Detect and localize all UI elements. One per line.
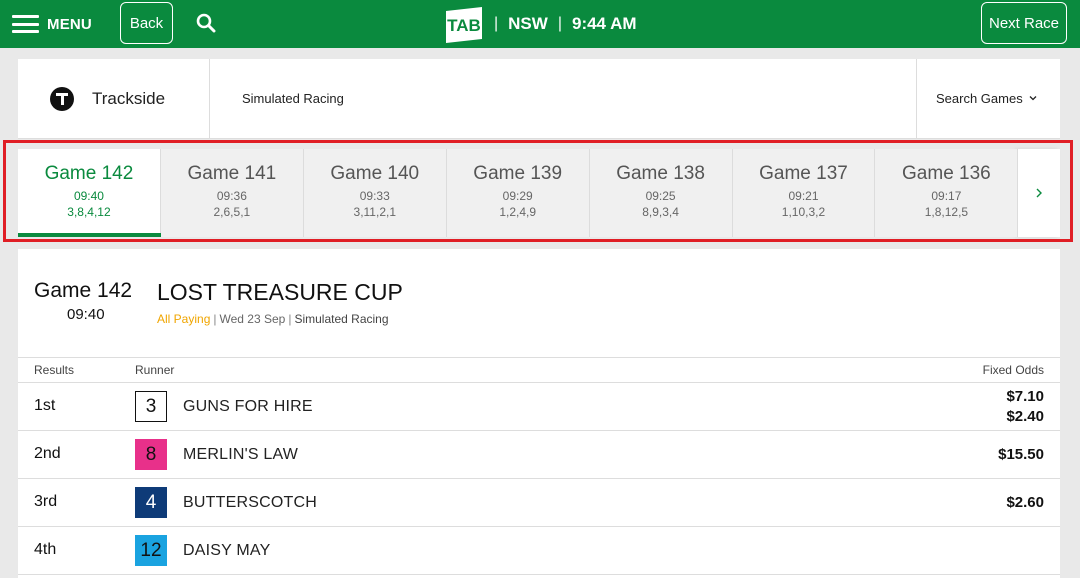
game-tab-results: 1,10,3,2 (781, 205, 826, 219)
table-row[interactable]: 4th 12 DAISY MAY (18, 527, 1060, 575)
next-race-button[interactable]: Next Race (981, 2, 1067, 44)
game-tab-time: 09:36 (216, 189, 247, 203)
game-tab-name: Game 136 (902, 163, 991, 184)
game-tab-time: 09:25 (645, 189, 676, 203)
tab-logo-icon[interactable]: TAB (444, 5, 484, 43)
runner-number-badge: 3 (135, 391, 167, 422)
game-tab-141[interactable]: Game 141 09:36 2,6,5,1 (160, 149, 304, 237)
table-row[interactable]: 2nd 8 MERLIN'S LAW $15.50 (18, 431, 1060, 479)
chevron-down-icon (1029, 95, 1037, 100)
finish-position: 4th (34, 541, 57, 558)
simulated-racing-label: Simulated Racing (242, 91, 344, 106)
game-tab-136[interactable]: Game 136 09:17 1,8,12,5 (875, 149, 1019, 237)
trackside-logo-icon (50, 87, 74, 111)
game-tab-results: 3,8,4,12 (67, 205, 111, 219)
game-tab-name: Game 141 (187, 163, 277, 184)
race-category: Simulated Racing (294, 312, 389, 326)
game-tab-142[interactable]: Game 142 09:40 3,8,4,12 (18, 149, 161, 237)
fixed-odds: $15.50 (998, 446, 1044, 463)
fixed-odds-place: $2.40 (1006, 408, 1044, 425)
runner-name: MERLIN'S LAW (183, 446, 299, 463)
brand-separator: | (494, 15, 499, 32)
search-icon[interactable] (196, 13, 216, 33)
game-tab-results: 1,8,12,5 (924, 205, 969, 219)
back-button[interactable]: Back (120, 2, 173, 44)
fixed-odds-win: $7.10 (1006, 388, 1044, 405)
game-tab-time: 09:33 (359, 189, 390, 203)
fixed-odds: $2.60 (1006, 494, 1044, 511)
game-tab-time: 09:29 (502, 189, 533, 203)
race-subtitle: All Paying | Wed 23 Sep | Simulated Racing (157, 312, 389, 326)
chevron-right-icon (1036, 188, 1043, 198)
game-tab-results: 2,6,5,1 (213, 205, 251, 219)
game-tab-name: Game 137 (759, 163, 848, 184)
game-tab-137[interactable]: Game 137 09:21 1,10,3,2 (732, 149, 876, 237)
subtitle-separator: | (213, 312, 217, 326)
game-tab-name: Game 140 (330, 163, 420, 184)
trackside-title: Trackside (92, 89, 166, 108)
hamburger-icon (12, 15, 39, 33)
tab-logo-text: TAB (447, 16, 481, 35)
header-divider (916, 59, 917, 139)
game-tab-results: 1,2,4,9 (499, 205, 537, 219)
clock-time: 9:44 AM (571, 14, 637, 33)
runner-number-badge: 4 (135, 487, 167, 518)
menu-label: MENU (47, 15, 92, 33)
header-divider (209, 59, 210, 139)
race-title: LOST TREASURE CUP (157, 279, 403, 305)
game-tab-name: Game 138 (616, 163, 705, 184)
header-results: Results (34, 363, 75, 377)
game-tab-time: 09:40 (73, 189, 104, 203)
brand-separator-2: | (557, 15, 562, 32)
finish-position: 3rd (34, 493, 58, 510)
game-tab-time: 09:17 (931, 189, 962, 203)
search-games-dropdown[interactable]: Search Games (936, 91, 1037, 106)
runner-name: BUTTERSCOTCH (183, 494, 317, 511)
finish-position: 2nd (34, 445, 61, 462)
brand-header: TAB | NSW | 9:44 AM (444, 5, 637, 43)
trackside-header: Trackside Simulated Racing Search Games (18, 59, 1060, 139)
game-tab-results: 3,11,2,1 (353, 205, 396, 219)
race-time: 09:40 (67, 306, 105, 323)
table-row[interactable]: 3rd 4 BUTTERSCOTCH $2.60 (18, 479, 1060, 527)
runner-number-badge: 12 (135, 535, 167, 566)
runner-name: GUNS FOR HIRE (183, 398, 313, 415)
game-tab-139[interactable]: Game 139 09:29 1,2,4,9 (446, 149, 590, 237)
race-game-number: Game 142 (34, 279, 133, 302)
top-navigation-bar: MENU Back TAB | NSW | 9:44 AM Next Race (0, 0, 1080, 48)
game-tab-time: 09:21 (788, 189, 819, 203)
table-row[interactable]: 1st 3 GUNS FOR HIRE $7.10 $2.40 (18, 383, 1060, 431)
race-date: Wed 23 Sep (219, 312, 286, 326)
game-tab-name: Game 139 (473, 163, 563, 184)
search-games-label: Search Games (936, 91, 1023, 106)
games-scroll-right-button[interactable] (1018, 149, 1061, 237)
race-status: All Paying (157, 312, 211, 326)
state-label: NSW (508, 14, 548, 33)
game-tab-name: Game 142 (44, 163, 134, 184)
game-tab-results: 8,9,3,4 (642, 205, 679, 219)
results-table-header: Results Runner Fixed Odds (18, 357, 1060, 383)
header-runner: Runner (135, 363, 175, 377)
header-fixed-odds: Fixed Odds (982, 363, 1044, 377)
games-tab-strip: Game 142 09:40 3,8,4,12 Game 141 09:36 2… (18, 149, 1061, 237)
finish-position: 1st (34, 397, 56, 414)
runner-name: DAISY MAY (183, 542, 271, 559)
race-details-card: Game 142 09:40 LOST TREASURE CUP All Pay… (18, 249, 1060, 578)
runner-number-badge: 8 (135, 439, 167, 470)
menu-button[interactable]: MENU (12, 12, 92, 36)
game-tab-138[interactable]: Game 138 09:25 8,9,3,4 (589, 149, 733, 237)
game-tab-140[interactable]: Game 140 09:33 3,11,2,1 (303, 149, 447, 237)
subtitle-separator: | (288, 312, 292, 326)
